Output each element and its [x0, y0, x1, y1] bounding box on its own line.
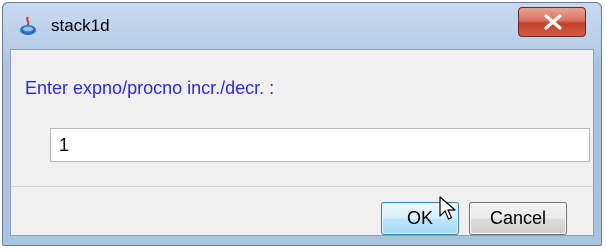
dialog-window: stack1d Enter expno/procno incr./decr. :… — [2, 2, 602, 246]
cancel-button[interactable]: Cancel — [469, 202, 567, 235]
prompt-label: Enter expno/procno incr./decr. : — [25, 78, 275, 98]
increment-input[interactable] — [50, 128, 590, 162]
title-bar[interactable]: stack1d — [3, 3, 601, 47]
window-title: stack1d — [51, 16, 110, 35]
java-app-icon — [19, 16, 37, 36]
close-icon — [544, 14, 562, 30]
close-button[interactable] — [518, 7, 586, 37]
dialog-body: Enter expno/procno incr./decr. : OK Canc… — [10, 49, 594, 236]
mouse-pointer-icon — [439, 196, 457, 227]
divider — [11, 186, 593, 187]
